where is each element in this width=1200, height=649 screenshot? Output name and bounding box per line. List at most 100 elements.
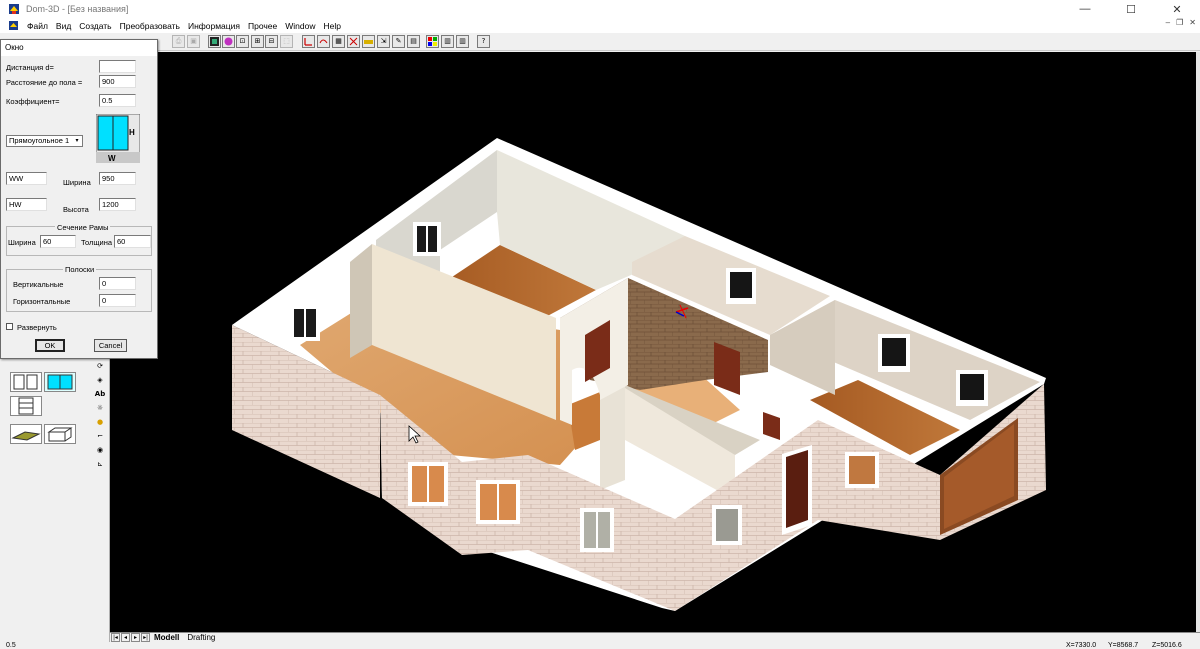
vertical-stripes-label: Вертикальные [13,280,64,289]
tool-text-icon[interactable]: Ab [93,388,107,400]
menu-help[interactable]: Help [320,21,345,31]
tool-texture-icon[interactable]: ◈ [93,374,107,386]
status-value: 0.5 [6,642,16,649]
tool-rotate-icon[interactable]: ⟳ [93,360,107,372]
vertical-stripes-input[interactable]: 0 [99,277,136,290]
mdi-controls: – ❐ ✕ [1166,18,1196,27]
print-icon[interactable]: ⎙ [172,35,185,48]
ruler-icon[interactable] [362,35,375,48]
floor-slab-palette-icon[interactable] [10,424,42,444]
zoom-window-icon[interactable]: ⊡ [236,35,249,48]
expand-checkbox[interactable] [6,323,13,330]
sheet-tabs-bar: |◂ ◂ ▸ ▸| Modell Drafting [110,632,1200,642]
floor-distance-input[interactable]: 900 [99,75,136,88]
mdi-minimize-button[interactable]: – [1166,18,1170,27]
preview-icon[interactable]: ▣ [187,35,200,48]
distance-label: Дистанция d= [6,63,54,72]
tool-light-icon[interactable]: ☼ [93,402,107,414]
preview-w-label: W [108,154,116,163]
house-model-render [232,138,1046,611]
dimension-icon[interactable] [302,35,315,48]
width-label: Ширина [63,178,91,187]
next-tab-button[interactable]: ▸ [131,633,140,642]
app-logo-icon [9,4,19,14]
menu-bar: Файл Вид Создать Преобразовать Информаци… [0,18,1200,33]
zoom-in-icon[interactable]: ⊞ [251,35,264,48]
vertical-scrollbar[interactable] [1196,52,1200,632]
coefficient-input[interactable]: 0.5 [99,94,136,107]
render-mode-icon[interactable] [222,35,235,48]
shade-mode-icon[interactable] [208,35,221,48]
title-bar: Dom-3D - [Без названия] — ☐ ✕ [0,0,1200,18]
prev-tab-button[interactable]: ◂ [121,633,130,642]
layers-icon[interactable]: ▥ [441,35,454,48]
window-shape-select[interactable]: Прямоугольное 1 ▾ [6,135,83,147]
window-controls: — ☐ ✕ [1062,0,1200,18]
minimize-button[interactable]: — [1062,0,1108,18]
door-palette-icon[interactable] [10,372,42,392]
status-z-coord: Z=5016.6 [1152,642,1182,649]
zoom-out-icon[interactable]: ⊟ [265,35,278,48]
pencil-icon[interactable]: ✎ [392,35,405,48]
grid-icon[interactable]: ▦ [332,35,345,48]
frame-width-label: Ширина [8,238,36,247]
document-icon[interactable] [8,20,19,31]
height-label: Высота [63,205,89,214]
close-button[interactable]: ✕ [1154,0,1200,18]
menu-info[interactable]: Информация [184,21,244,31]
menu-transform[interactable]: Преобразовать [116,21,184,31]
hw-input[interactable]: HW [6,198,47,211]
tab-modell[interactable]: Modell [150,633,183,643]
toolbar: ⎙ ▣ ⊡ ⊞ ⊟ ⬚ ▦ ⇲ ✎ ▤ ▥ ▥ ? [0,33,1200,51]
frame-width-input[interactable]: 60 [40,235,76,248]
color-palette-icon[interactable] [426,35,439,48]
box-palette-icon[interactable] [44,424,76,444]
menu-create[interactable]: Создать [75,21,115,31]
window-title: Dom-3D - [Без названия] [26,4,129,14]
curve-icon[interactable] [317,35,330,48]
horizontal-stripes-input[interactable]: 0 [99,294,136,307]
window-properties-dialog: Окно Дистанция d= Расстояние до пола = 9… [0,39,158,359]
status-y-coord: Y=8568.7 [1108,642,1139,649]
mdi-restore-button[interactable]: ❐ [1176,18,1183,27]
coefficient-label: Коэффициент= [6,97,60,106]
menu-other[interactable]: Прочее [244,21,281,31]
window-palette-icon[interactable] [44,372,76,392]
ok-button[interactable]: OK [35,339,65,352]
tool-measure-icon[interactable]: ⊾ [93,458,107,470]
expand-label: Развернуть [17,323,57,332]
columns-icon[interactable]: ▥ [456,35,469,48]
zoom-all-icon[interactable]: ⬚ [280,35,293,48]
window-shape-value: Прямоугольное 1 [9,136,70,145]
floor-distance-label: Расстояние до пола = [6,78,83,87]
frame-thickness-input[interactable]: 60 [114,235,151,248]
cancel-button[interactable]: Cancel [94,339,127,352]
first-tab-button[interactable]: |◂ [111,633,120,642]
last-tab-button[interactable]: ▸| [141,633,150,642]
menu-window[interactable]: Window [281,21,319,31]
frame-thickness-label: Толщина [81,238,113,247]
3d-viewport[interactable] [110,52,1196,632]
mdi-close-button[interactable]: ✕ [1189,18,1196,27]
status-x-coord: X=7330.0 [1066,642,1097,649]
table-icon[interactable]: ▤ [407,35,420,48]
ww-input[interactable]: WW [6,172,47,185]
horizontal-stripes-label: Горизонтальные [13,297,71,306]
tab-drafting[interactable]: Drafting [183,633,219,643]
tool-eye-icon[interactable]: ◉ [93,444,107,456]
menu-file[interactable]: Файл [23,21,52,31]
measure-icon[interactable]: ⇲ [377,35,390,48]
stripes-title: Полоски [63,265,97,274]
help-button[interactable]: ? [477,35,490,48]
height-input[interactable]: 1200 [99,198,136,211]
snap-icon[interactable] [347,35,360,48]
tool-bulb-icon[interactable]: ● [93,416,107,428]
distance-input[interactable] [99,60,136,73]
maximize-button[interactable]: ☐ [1108,0,1154,18]
app-window: Dom-3D - [Без названия] — ☐ ✕ Файл Вид С… [0,0,1200,649]
width-input[interactable]: 950 [99,172,136,185]
tool-paint-icon[interactable]: ⌐ [93,430,107,442]
cabinet-palette-icon[interactable] [10,396,42,416]
menu-view[interactable]: Вид [52,21,75,31]
window-shape-preview: H W [96,114,140,163]
